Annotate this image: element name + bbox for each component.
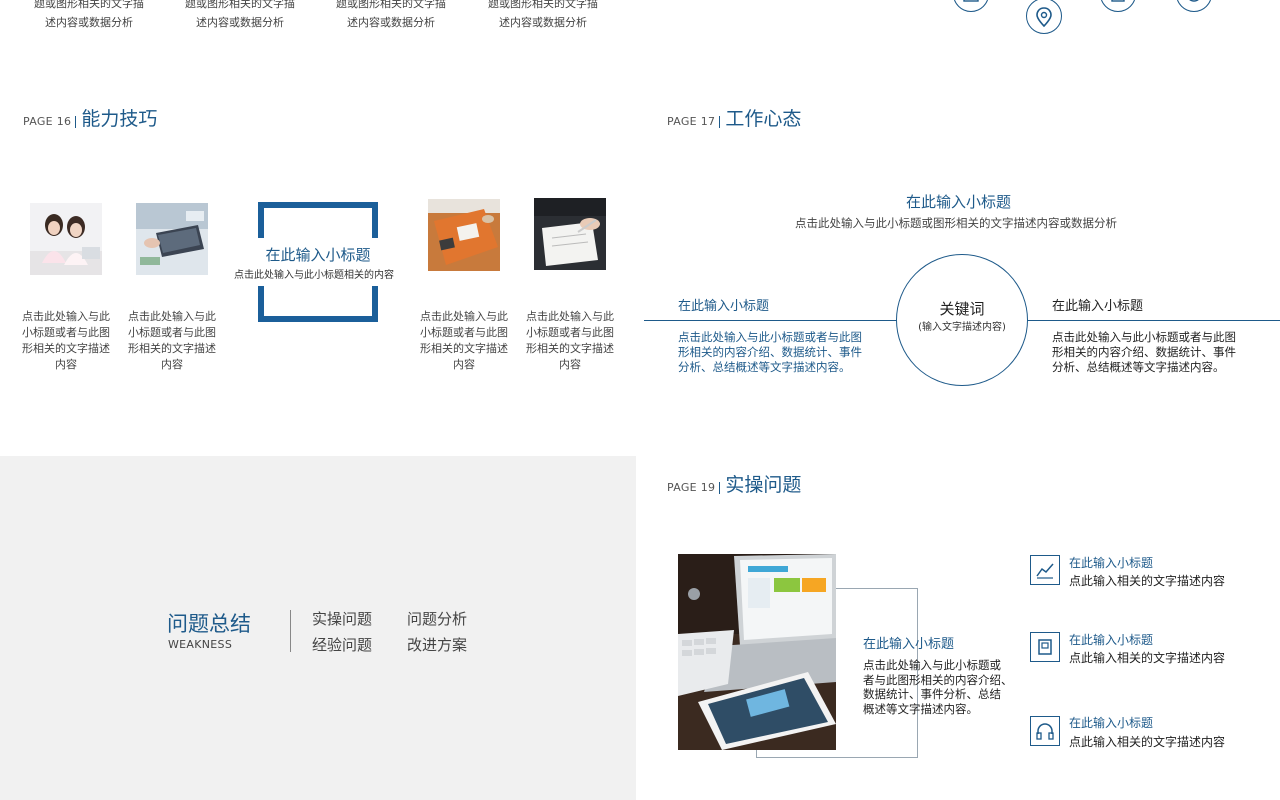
photo-notebook-signing <box>534 198 606 270</box>
summary-subtitle: WEAKNESS <box>168 638 233 651</box>
top-desc-2: 题或图形相关的文字描 述内容或数据分析 <box>185 0 295 29</box>
keyword-title: 关键词 <box>939 300 985 318</box>
page-header: PAGE 19 实操问题 <box>667 474 801 496</box>
item-desc: 点此输入相关的文字描述内容 <box>1069 574 1226 588</box>
document-icon <box>1030 632 1060 662</box>
top-desc-1: 题或图形相关的文字描 述内容或数据分析 <box>34 0 144 29</box>
page-header: PAGE 17 工作心态 <box>667 108 801 130</box>
page-number: PAGE 16 <box>23 116 77 128</box>
summary-title: 问题总结 <box>167 612 251 636</box>
summary-item-4[interactable]: 改进方案 <box>407 634 467 655</box>
center-desc: 点击此处输入与此小标题或 者与此图形相关的内容介绍、 数据统计、事件分析、总结 … <box>863 658 1013 716</box>
calendar-icon <box>953 0 989 12</box>
top-desc: 点击此处输入与此小标题或图形相关的文字描述内容或数据分析 <box>795 216 1117 230</box>
left-subtitle: 在此输入小标题 <box>678 299 770 314</box>
photo-caption-4: 点击此处输入与此 小标题或者与此图 形相关的文字描述 内容 <box>526 310 614 371</box>
photo-caption-1: 点击此处输入与此 小标题或者与此图 形相关的文字描述 内容 <box>22 310 110 371</box>
section-subtitle: 在此输入小标题 <box>265 246 371 264</box>
photo-caption-3: 点击此处输入与此 小标题或者与此图 形相关的文字描述 内容 <box>420 310 508 371</box>
center-subtitle: 在此输入小标题 <box>863 637 955 652</box>
top-desc-3: 题或图形相关的文字描 述内容或数据分析 <box>336 0 446 29</box>
photo-orange-table <box>428 199 500 271</box>
summary-divider <box>290 610 291 652</box>
top-desc-4: 题或图形相关的文字描 述内容或数据分析 <box>488 0 598 29</box>
summary-item-3[interactable]: 经验问题 <box>312 634 372 655</box>
map-pin-icon <box>1026 0 1062 34</box>
left-desc: 点击此处输入与此小标题或者与此图 形相关的内容介绍、数据统计、事件 分析、总结概… <box>678 330 862 374</box>
item-title: 在此输入小标题 <box>1069 556 1154 570</box>
page-number: PAGE 19 <box>667 482 721 494</box>
item-title: 在此输入小标题 <box>1069 633 1154 647</box>
photo-laptop-tablet <box>678 554 836 750</box>
photo-laptop-typing <box>136 203 208 275</box>
slide-summary[interactable]: 问题总结 WEAKNESS 实操问题 问题分析 经验问题 改进方案 <box>0 456 636 800</box>
clock-icon <box>1176 0 1212 12</box>
chart-icon <box>1030 555 1060 585</box>
item-desc: 点此输入相关的文字描述内容 <box>1069 651 1226 665</box>
item-title: 在此输入小标题 <box>1069 716 1154 730</box>
keyword-subtitle: (输入文字描述内容) <box>918 322 1006 333</box>
photo-caption-2: 点击此处输入与此 小标题或者与此图 形相关的文字描述 内容 <box>128 310 216 371</box>
page-number: PAGE 17 <box>667 116 721 128</box>
summary-item-2[interactable]: 问题分析 <box>407 608 467 629</box>
right-subtitle: 在此输入小标题 <box>1052 299 1144 314</box>
page-title: 能力技巧 <box>81 108 158 130</box>
section-desc: 点击此处输入与此小标题相关的内容 <box>234 270 394 281</box>
page-title: 工作心态 <box>725 108 802 130</box>
book-icon <box>1100 0 1136 12</box>
right-desc: 点击此处输入与此小标题或者与此图 形相关的内容介绍、数据统计、事件 分析、总结概… <box>1052 330 1236 374</box>
photo-office-women <box>30 203 102 275</box>
headphones-icon <box>1030 716 1060 746</box>
page-title: 实操问题 <box>725 474 802 496</box>
page-header: PAGE 16 能力技巧 <box>23 108 157 130</box>
item-desc: 点此输入相关的文字描述内容 <box>1069 735 1226 749</box>
top-subtitle: 在此输入小标题 <box>906 193 1012 211</box>
summary-item-1[interactable]: 实操问题 <box>312 608 372 629</box>
